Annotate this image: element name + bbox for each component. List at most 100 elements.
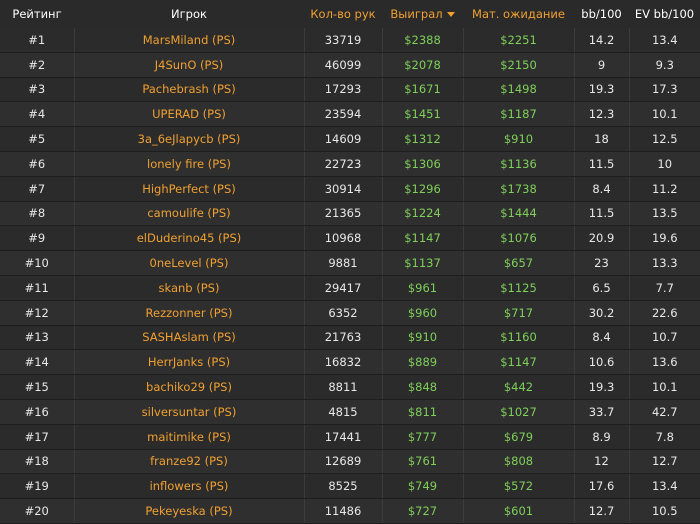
ev-cell: $572 bbox=[463, 473, 575, 500]
player-cell: Rezzonner (PS) bbox=[74, 300, 305, 326]
bb100-cell: 17.6 bbox=[574, 473, 630, 500]
player-cell: J4SunO (PS) bbox=[74, 52, 305, 78]
player-cell: Pachebrash (PS) bbox=[74, 77, 305, 103]
table-row: #20 Pekeyeska (PS) 11486 $727 $601 12.7 10.5 bbox=[0, 498, 700, 524]
player-link[interactable]: SASHAslam (PS) bbox=[142, 330, 236, 344]
table-row: #11 skanb (PS) 29417 $961 $1125 6.5 7.7 bbox=[0, 275, 700, 301]
player-cell: elDuderino45 (PS) bbox=[74, 225, 305, 252]
header-evbb100[interactable]: EV bb/100 bbox=[629, 0, 700, 28]
won-cell: $1671 bbox=[382, 77, 464, 103]
player-link[interactable]: franze92 (PS) bbox=[150, 454, 228, 468]
won-cell: $2078 bbox=[382, 52, 464, 78]
rank-cell: #12 bbox=[0, 300, 75, 326]
player-link[interactable]: skanb (PS) bbox=[159, 281, 220, 295]
ev-cell: $1444 bbox=[463, 201, 575, 227]
hands-cell: 21365 bbox=[304, 201, 383, 227]
hands-cell: 46099 bbox=[304, 52, 383, 78]
player-link[interactable]: 0neLevel (PS) bbox=[150, 256, 229, 270]
player-link[interactable]: Pachebrash (PS) bbox=[142, 82, 235, 96]
ev-cell: $2150 bbox=[463, 52, 575, 78]
ev-cell: $808 bbox=[463, 449, 575, 475]
ev-cell: $910 bbox=[463, 126, 575, 152]
rank-cell: #20 bbox=[0, 498, 75, 524]
hands-cell: 12689 bbox=[304, 449, 383, 475]
rank-cell: #13 bbox=[0, 325, 75, 351]
hands-cell: 11486 bbox=[304, 498, 383, 524]
bb100-cell: 19.3 bbox=[574, 374, 630, 400]
player-cell: 0neLevel (PS) bbox=[74, 250, 305, 276]
hands-cell: 29417 bbox=[304, 275, 383, 301]
evbb100-cell: 13.5 bbox=[629, 201, 700, 227]
table-header-row: Рейтинг Игрок Кол-во рук Выиграл Мат. ож… bbox=[0, 0, 700, 28]
evbb100-cell: 17.3 bbox=[629, 77, 700, 103]
won-cell: $727 bbox=[382, 498, 464, 524]
rank-cell: #1 bbox=[0, 28, 75, 53]
bb100-cell: 10.6 bbox=[574, 349, 630, 376]
player-cell: SASHAslam (PS) bbox=[74, 325, 305, 351]
ev-cell: $1147 bbox=[463, 349, 575, 376]
header-player[interactable]: Игрок bbox=[74, 0, 304, 28]
player-link[interactable]: Rezzonner (PS) bbox=[146, 306, 233, 320]
header-ev[interactable]: Мат. ожидание bbox=[463, 0, 574, 28]
hands-cell: 23594 bbox=[304, 101, 383, 128]
table-row: #2 J4SunO (PS) 46099 $2078 $2150 9 9.3 bbox=[0, 52, 700, 78]
rank-cell: #14 bbox=[0, 349, 75, 376]
header-rank[interactable]: Рейтинг bbox=[0, 0, 74, 28]
player-cell: franze92 (PS) bbox=[74, 449, 305, 475]
table-body: #1 MarsMiland (PS) 33719 $2388 $2251 14.2 13.4… bbox=[0, 28, 700, 524]
evbb100-cell: 10.1 bbox=[629, 101, 700, 128]
player-link[interactable]: lonely fire (PS) bbox=[147, 157, 231, 171]
player-link[interactable]: bachiko29 (PS) bbox=[146, 380, 232, 394]
won-cell: $761 bbox=[382, 449, 464, 475]
player-cell: camoulife (PS) bbox=[74, 201, 305, 227]
header-bb100[interactable]: bb/100 bbox=[574, 0, 629, 28]
bb100-cell: 19.3 bbox=[574, 77, 630, 103]
won-cell: $1296 bbox=[382, 176, 464, 202]
player-link[interactable]: MarsMiland (PS) bbox=[143, 33, 236, 47]
player-link[interactable]: HerrJanks (PS) bbox=[148, 355, 230, 369]
evbb100-cell: 10.1 bbox=[629, 374, 700, 400]
won-cell: $2388 bbox=[382, 28, 464, 53]
ev-cell: $1136 bbox=[463, 151, 575, 177]
player-link[interactable]: Pekeyeska (PS) bbox=[145, 504, 232, 518]
header-won[interactable]: Выиграл bbox=[382, 0, 463, 28]
bb100-cell: 8.4 bbox=[574, 325, 630, 351]
hands-cell: 6352 bbox=[304, 300, 383, 326]
table-row: #5 3a_6eJlapycb (PS) 14609 $1312 $910 18 12.5 bbox=[0, 126, 700, 152]
player-link[interactable]: inflowers (PS) bbox=[150, 479, 229, 493]
player-cell: HerrJanks (PS) bbox=[74, 349, 305, 376]
evbb100-cell: 12.5 bbox=[629, 126, 700, 152]
rank-cell: #17 bbox=[0, 424, 75, 450]
bb100-cell: 11.5 bbox=[574, 201, 630, 227]
header-hands[interactable]: Кол-во рук bbox=[304, 0, 382, 28]
won-cell: $960 bbox=[382, 300, 464, 326]
player-link[interactable]: J4SunO (PS) bbox=[155, 58, 224, 72]
evbb100-cell: 12.7 bbox=[629, 449, 700, 475]
player-link[interactable]: HighPerfect (PS) bbox=[142, 182, 236, 196]
table-row: #17 maitimike (PS) 17441 $777 $679 8.9 7.8 bbox=[0, 424, 700, 450]
evbb100-cell: 22.6 bbox=[629, 300, 700, 326]
player-link[interactable]: UPERAD (PS) bbox=[152, 107, 226, 121]
player-cell: 3a_6eJlapycb (PS) bbox=[74, 126, 305, 152]
ev-cell: $679 bbox=[463, 424, 575, 450]
ev-cell: $2251 bbox=[463, 28, 575, 53]
evbb100-cell: 13.3 bbox=[629, 250, 700, 276]
player-link[interactable]: 3a_6eJlapycb (PS) bbox=[138, 132, 241, 146]
player-link[interactable]: maitimike (PS) bbox=[147, 430, 231, 444]
rank-cell: #8 bbox=[0, 201, 75, 227]
won-cell: $1147 bbox=[382, 225, 464, 252]
table-row: #10 0neLevel (PS) 9881 $1137 $657 23 13.3 bbox=[0, 250, 700, 276]
evbb100-cell: 11.2 bbox=[629, 176, 700, 202]
bb100-cell: 20.9 bbox=[574, 225, 630, 252]
bb100-cell: 12 bbox=[574, 449, 630, 475]
player-cell: inflowers (PS) bbox=[74, 473, 305, 500]
won-cell: $811 bbox=[382, 399, 464, 425]
player-link[interactable]: silversuntar (PS) bbox=[142, 405, 237, 419]
won-cell: $910 bbox=[382, 325, 464, 351]
player-link[interactable]: elDuderino45 (PS) bbox=[137, 231, 242, 245]
evbb100-cell: 9.3 bbox=[629, 52, 700, 78]
rank-cell: #6 bbox=[0, 151, 75, 177]
table-row: #12 Rezzonner (PS) 6352 $960 $717 30.2 22.6 bbox=[0, 300, 700, 326]
player-link[interactable]: camoulife (PS) bbox=[147, 206, 230, 220]
ev-cell: $717 bbox=[463, 300, 575, 326]
